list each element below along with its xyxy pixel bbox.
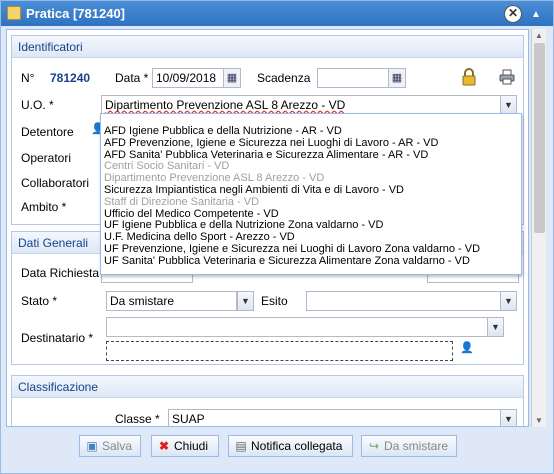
data-label: Data * bbox=[115, 71, 149, 85]
scroll-up-icon[interactable]: ▲ bbox=[535, 31, 543, 40]
lock-icon[interactable] bbox=[462, 68, 476, 86]
data-input[interactable]: 10/09/2018 bbox=[152, 68, 224, 88]
smistare-label: Da smistare bbox=[384, 439, 449, 453]
uo-dropdown-list[interactable]: AFD Igiene Pubblica e della Nutrizione -… bbox=[100, 113, 522, 275]
pratica-window: Pratica [781240] ✕ ▲ Identificatori N° 7… bbox=[0, 0, 554, 474]
da-smistare-button[interactable]: ↪ Da smistare bbox=[361, 435, 457, 457]
classe-select[interactable]: SUAP bbox=[168, 409, 501, 426]
detentore-label: Detentore bbox=[21, 125, 74, 139]
calendar-icon[interactable]: ▦ bbox=[388, 68, 406, 88]
destinatario-label: Destinatario * bbox=[21, 331, 94, 345]
chevron-down-icon[interactable]: ▼ bbox=[237, 291, 254, 311]
operatori-label: Operatori bbox=[21, 151, 72, 165]
dropdown-item[interactable]: AFD Prevenzione, Igiene e Sicurezza nei … bbox=[104, 137, 521, 150]
dropdown-item[interactable]: Sicurezza Impiantistica negli Ambienti d… bbox=[104, 184, 521, 197]
destinatario-drop-area[interactable] bbox=[106, 341, 453, 361]
esito-select[interactable] bbox=[306, 291, 501, 311]
close-icon: ✖ bbox=[158, 439, 170, 453]
chiudi-label: Chiudi bbox=[174, 439, 209, 453]
scroll-down-icon[interactable]: ▼ bbox=[535, 416, 543, 425]
printer-icon[interactable] bbox=[499, 69, 515, 85]
scadenza-label: Scadenza bbox=[257, 71, 311, 85]
close-button[interactable]: ✕ bbox=[504, 5, 522, 23]
collaboratori-label: Collaboratori bbox=[21, 176, 90, 190]
identificatori-header: Identificatori bbox=[12, 36, 523, 58]
scadenza-input[interactable] bbox=[317, 68, 389, 88]
window-title: Pratica [781240] bbox=[26, 6, 126, 21]
uo-select[interactable]: Dipartimento Prevenzione ASL 8 Arezzo - … bbox=[101, 95, 501, 115]
document-icon: ▤ bbox=[235, 439, 247, 453]
stato-select[interactable]: Da smistare bbox=[106, 291, 237, 311]
chevron-down-icon[interactable]: ▼ bbox=[487, 317, 504, 337]
folder-icon bbox=[7, 6, 21, 20]
notifica-collegata-button[interactable]: ▤ Notifica collegata bbox=[228, 435, 353, 457]
dropdown-item[interactable]: UF Sanita' Pubblica Veterinaria e Sicure… bbox=[104, 255, 521, 268]
title-bar: Pratica [781240] ✕ ▲ bbox=[1, 1, 553, 26]
salva-button[interactable]: ▣ Salva bbox=[79, 435, 141, 457]
save-icon: ▣ bbox=[86, 439, 98, 453]
classe-label: Classe * bbox=[115, 412, 160, 426]
chevron-down-icon[interactable]: ▼ bbox=[500, 291, 517, 311]
scrollbar-thumb[interactable] bbox=[534, 43, 545, 233]
uo-label: U.O. * bbox=[21, 98, 54, 112]
calendar-icon[interactable]: ▦ bbox=[223, 68, 241, 88]
chiudi-button[interactable]: ✖ Chiudi bbox=[151, 435, 219, 457]
dropdown-item: Staff di Direzione Sanitaria - VD bbox=[104, 195, 260, 208]
esito-label: Esito bbox=[261, 294, 288, 308]
user-search-icon[interactable]: 👤 bbox=[460, 341, 474, 355]
notifica-label: Notifica collegata bbox=[251, 439, 343, 453]
chevron-down-icon[interactable]: ▼ bbox=[500, 409, 517, 426]
classificazione-header: Classificazione bbox=[12, 376, 523, 398]
chevron-down-icon[interactable]: ▼ bbox=[500, 95, 517, 115]
forward-icon: ↪ bbox=[368, 439, 380, 453]
dropdown-item[interactable]: UF Prevenzione, Igiene e Sicurezza nei L… bbox=[104, 243, 521, 256]
stato-label: Stato * bbox=[21, 294, 58, 308]
ambito-label: Ambito * bbox=[21, 200, 67, 214]
numero-label: N° bbox=[21, 71, 35, 85]
chevron-up-icon: ▲ bbox=[531, 9, 541, 20]
destinatario-select[interactable] bbox=[106, 317, 488, 337]
data-richiesta-label: Data Richiesta bbox=[21, 266, 100, 280]
numero-value: 781240 bbox=[50, 71, 91, 85]
vertical-scrollbar[interactable]: ▲ ▼ bbox=[531, 29, 546, 427]
salva-label: Salva bbox=[102, 439, 133, 453]
